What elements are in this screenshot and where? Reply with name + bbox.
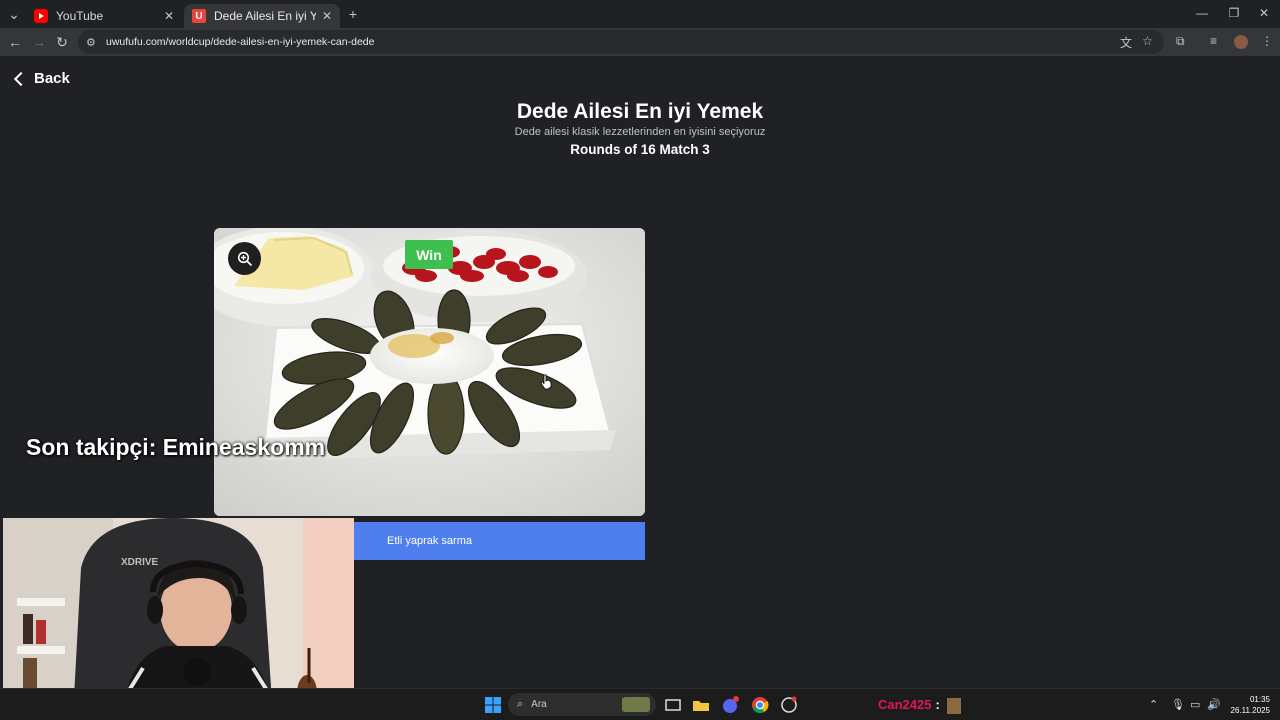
tab-title: YouTube <box>56 9 104 23</box>
media-control-icon[interactable]: ≡ <box>1210 34 1217 48</box>
streamer-webcam-feed: XDRIVE <box>3 518 354 716</box>
page-description: Dede ailesi klasik lezzetlerinden en iyi… <box>514 126 766 138</box>
search-placeholder: Ara <box>531 699 547 710</box>
close-tab-icon[interactable]: ✕ <box>322 9 332 23</box>
microphone-icon[interactable]: 🎙 <box>1171 698 1185 711</box>
webcam-overlay: XDRIVE <box>3 518 354 716</box>
windows-start-icon[interactable] <box>483 695 503 715</box>
window-close-icon[interactable]: ✕ <box>1254 6 1274 20</box>
clock-date: 26.11.2025 <box>1230 706 1270 715</box>
back-label: Back <box>34 70 70 87</box>
translate-icon[interactable]: 文 <box>1120 34 1132 51</box>
volume-icon[interactable]: 🔊 <box>1207 698 1221 711</box>
url-text: uwufufu.com/worldcup/dede-ailesi-en-iyi-… <box>106 36 375 48</box>
uwufufu-icon: U <box>192 9 206 23</box>
file-explorer-icon[interactable] <box>691 695 711 715</box>
chevron-up-icon[interactable]: ⌃ <box>1149 698 1158 711</box>
extensions-icon[interactable]: ⧉ <box>1176 34 1185 49</box>
site-info-icon[interactable]: ⚙ <box>86 36 102 49</box>
round-indicator: Rounds of 16 Match 3 <box>570 142 710 157</box>
back-button[interactable]: Back <box>13 70 70 87</box>
back-arrow-icon[interactable]: ← <box>5 32 25 52</box>
forward-arrow-icon[interactable]: → <box>29 32 49 52</box>
hand-cursor-icon <box>540 374 552 390</box>
tab-strip: ⌄ YouTube ✕ U Dede Ailesi En iyi Yemek |… <box>0 0 1280 28</box>
close-tab-icon[interactable]: ✕ <box>164 9 174 23</box>
chevron-left-icon <box>13 71 29 86</box>
task-view-icon[interactable] <box>663 695 683 715</box>
option-card[interactable]: Win <box>214 228 645 516</box>
chat-message: Can2425: <box>878 697 962 714</box>
latest-follower-overlay: Son takipçi: Emineaskomm <box>26 434 326 460</box>
restore-icon[interactable]: ❐ <box>1224 6 1244 20</box>
chat-username: Can2425 <box>878 697 932 712</box>
minimize-icon[interactable]: — <box>1192 6 1212 20</box>
tab-youtube[interactable]: YouTube ✕ <box>26 4 182 28</box>
bookmark-star-icon[interactable]: ☆ <box>1142 34 1153 48</box>
zoom-in-icon[interactable] <box>228 242 261 275</box>
chat-emote-icon <box>947 697 962 714</box>
tab-title: Dede Ailesi En iyi Yemek | UwUfufu <box>214 9 316 23</box>
obs-icon[interactable] <box>779 695 799 715</box>
clock-time: 01:35 <box>1249 695 1270 704</box>
chat-separator: : <box>935 697 940 712</box>
profile-avatar-icon[interactable] <box>1234 35 1248 49</box>
taskbar-search[interactable]: ⌕ Ara <box>508 693 656 716</box>
browser-toolbar: ← → ↻ ⚙ uwufufu.com/worldcup/dede-ailesi… <box>0 28 1280 56</box>
tab-uwufufu[interactable]: U Dede Ailesi En iyi Yemek | UwUfufu ✕ <box>184 4 340 28</box>
system-clock[interactable]: 01:35 26.11.2025 <box>1226 694 1270 716</box>
new-tab-icon[interactable]: + <box>343 4 363 24</box>
option-caption: Etli yaprak sarma <box>387 535 472 547</box>
search-icon: ⌕ <box>517 698 524 710</box>
page-title: Dede Ailesi En iyi Yemek <box>516 100 764 123</box>
chair-brand: XDRIVE <box>121 557 159 568</box>
chrome-icon[interactable] <box>750 695 770 715</box>
address-bar[interactable]: ⚙ uwufufu.com/worldcup/dede-ailesi-en-iy… <box>78 30 1164 54</box>
search-highlight-icon <box>622 697 650 712</box>
tab-search-icon[interactable]: ⌄ <box>4 4 24 24</box>
reload-icon[interactable]: ↻ <box>52 32 72 52</box>
windows-taskbar: ⌕ Ara Can2425: ⌃ 🎙 ▭ 🔊 01:35 26.11.2025 <box>0 688 1280 720</box>
win-badge: Win <box>405 240 453 269</box>
youtube-icon <box>34 9 48 23</box>
menu-dots-icon[interactable]: ⋮ <box>1261 34 1273 48</box>
discord-icon[interactable] <box>720 695 740 715</box>
stuffed-grape-leaves-photo <box>214 228 645 516</box>
network-icon[interactable]: ▭ <box>1190 698 1200 711</box>
